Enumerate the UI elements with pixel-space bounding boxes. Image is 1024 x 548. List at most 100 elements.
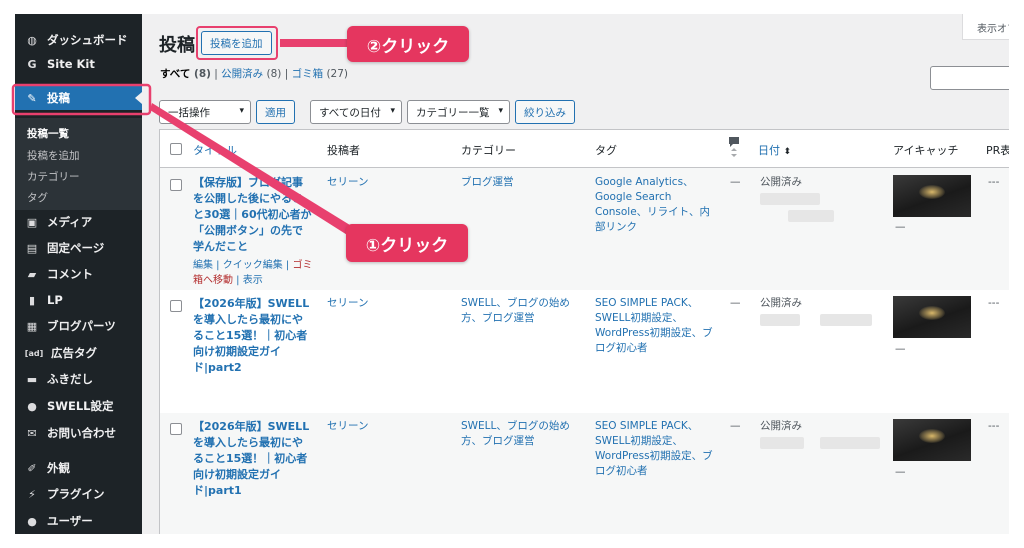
- filter-all[interactable]: すべて (8): [160, 68, 211, 80]
- comment-count: —: [730, 297, 741, 309]
- sidebar-item[interactable]: ▬ ふきだし: [15, 367, 142, 391]
- category-cell[interactable]: SWELL、ブログの始め 方、ブログ運営: [461, 296, 570, 326]
- post-status-filters: すべて (8) | 公開済み (8) | ゴミ箱 (27): [160, 66, 348, 81]
- submenu-tags[interactable]: タグ: [27, 190, 48, 205]
- table-row: 【2026年版】SWELL を導入したら最初にや ること15選！｜初心者 向け初…: [160, 413, 1009, 534]
- row-checkbox[interactable]: [170, 300, 182, 312]
- sidebar-item[interactable]: [ad] 広告タグ: [15, 341, 142, 365]
- tag-line: SWELL初期設定、: [595, 435, 683, 447]
- row-actions: 編集 | クイック編集 | ゴミ 箱へ移動 | 表示: [193, 258, 323, 288]
- submenu-categories[interactable]: カテゴリー: [27, 169, 80, 184]
- title-line: ド|part2: [193, 361, 242, 374]
- sidebar-item[interactable]: ▣ メディア: [15, 210, 142, 234]
- sidebar-item-label: 外観: [47, 461, 70, 475]
- post-title-link[interactable]: 【保存版】ブログ記事 を公開した後にやるこ と30選｜60代初心者が 「公開ボタ…: [193, 175, 323, 255]
- filter-trash-label: ゴミ箱: [291, 68, 324, 80]
- edit-quick-edit-links[interactable]: 編集 | クイック編集 |: [193, 260, 292, 271]
- blurred-date: [760, 314, 800, 326]
- submenu-all-posts[interactable]: 投稿一覧: [27, 126, 69, 141]
- table-row: 【2026年版】SWELL を導入したら最初にや ること15選！｜初心者 向け初…: [160, 290, 1009, 413]
- select-all-checkbox[interactable]: [170, 143, 182, 155]
- author-link[interactable]: セリーン: [327, 419, 368, 434]
- author-link[interactable]: セリーン: [327, 296, 368, 311]
- row-checkbox[interactable]: [170, 179, 182, 191]
- bulk-actions-select[interactable]: 一括操作 ▾: [159, 100, 251, 124]
- sidebar-item[interactable]: ▤ 固定ページ: [15, 236, 142, 260]
- sidebar-item-label: ダッシュボード: [47, 33, 128, 47]
- separator: |: [214, 68, 218, 80]
- dashboard-icon: ◍: [27, 33, 37, 47]
- category-cell[interactable]: SWELL、ブログの始め 方、ブログ運営: [461, 419, 570, 449]
- column-date[interactable]: 日付 ⬍: [758, 142, 791, 158]
- date-filter-value: すべての日付: [319, 106, 381, 119]
- post-status: 公開済み: [760, 420, 802, 432]
- eyecatch-thumbnail[interactable]: [893, 296, 971, 338]
- sidebar-item[interactable]: ✎ 投稿: [15, 86, 142, 110]
- tags-cell[interactable]: SEO SIMPLE PACK、 SWELL初期設定、 WordPress初期設…: [595, 419, 720, 479]
- title-line: 【保存版】ブログ記事: [193, 176, 303, 189]
- sidebar-item[interactable]: ▰ コメント: [15, 262, 142, 286]
- sidebar-item[interactable]: ⚡ プラグイン: [15, 482, 142, 506]
- sidebar-item[interactable]: ● SWELL設定: [15, 394, 142, 418]
- category-filter-value: カテゴリー一覧: [416, 106, 490, 119]
- title-line: と30選｜60代初心者が: [193, 208, 312, 221]
- pin-icon: ✎: [27, 91, 37, 105]
- trash-link[interactable]: 箱へ移動: [193, 275, 233, 286]
- page-icon: ▤: [26, 241, 38, 255]
- submenu-add-post[interactable]: 投稿を追加: [27, 148, 80, 163]
- sidebar-item[interactable]: ✐ 外観: [15, 456, 142, 480]
- eyecatch-thumbnail[interactable]: [893, 419, 971, 461]
- tag-line: Google Analytics、: [595, 176, 694, 188]
- tag-line: ログ初心者: [595, 342, 648, 354]
- view-link[interactable]: | 表示: [233, 275, 263, 286]
- sidebar-item[interactable]: ✉ お問い合わせ: [15, 421, 142, 445]
- sidebar-item[interactable]: ● ユーザー: [15, 509, 142, 533]
- row-checkbox[interactable]: [170, 423, 182, 435]
- sidebar-item[interactable]: ▦ ブログパーツ: [15, 314, 142, 338]
- blurred-date: [820, 314, 872, 326]
- sidebar-item[interactable]: G Site Kit: [15, 52, 142, 76]
- column-title[interactable]: タイトル: [193, 142, 237, 158]
- date-filter-select[interactable]: すべての日付 ▾: [310, 100, 402, 124]
- author-link[interactable]: セリーン: [327, 175, 368, 190]
- apply-button[interactable]: 適用: [256, 100, 295, 124]
- callout-click-1: ①クリック: [346, 224, 468, 262]
- eyecatch-dash: —: [895, 343, 906, 355]
- filter-published[interactable]: 公開済み (8): [221, 68, 281, 80]
- filter-trash[interactable]: ゴミ箱 (27): [292, 68, 348, 80]
- media-icon: ▣: [26, 215, 38, 229]
- post-status: 公開済み: [760, 297, 802, 309]
- filter-trash-count: (27): [326, 68, 349, 80]
- sidebar-item[interactable]: ▮ LP: [15, 288, 142, 312]
- filter-button[interactable]: 絞り込み: [515, 100, 575, 124]
- eyecatch-thumbnail[interactable]: [893, 175, 971, 217]
- sidebar-item[interactable]: ◍ ダッシュボード: [15, 28, 142, 52]
- eyecatch-dash: —: [895, 221, 906, 233]
- search-posts-input[interactable]: [930, 66, 1009, 90]
- screen-options-button[interactable]: 表示オプ: [962, 14, 1009, 40]
- main-content: 投稿 投稿を追加 表示オプ すべて (8) | 公開済み (8) | ゴミ箱 (…: [142, 14, 1009, 534]
- title-line: を導入したら最初にや: [193, 313, 303, 326]
- eyecatch-dash: —: [895, 466, 906, 478]
- sidebar-item-label: SWELL設定: [47, 399, 114, 413]
- tags-cell[interactable]: SEO SIMPLE PACK、 SWELL初期設定、 WordPress初期設…: [595, 296, 720, 356]
- tags-cell[interactable]: Google Analytics、 Google Search Console、…: [595, 175, 720, 235]
- callout-click-2: ②クリック: [347, 26, 469, 62]
- category-link[interactable]: ブログ運営: [461, 175, 514, 190]
- blurred-date: [788, 210, 834, 222]
- post-title-cell: 【2026年版】SWELL を導入したら最初にや ること15選！｜初心者 向け初…: [193, 419, 323, 499]
- title-line: ること15選！｜初心者: [193, 329, 308, 342]
- wp-admin-window: 投稿一覧 投稿を追加 カテゴリー タグ ◍ ダッシュボード G Site Kit ✎ 投稿…: [15, 14, 1009, 534]
- comment-count: —: [730, 176, 741, 188]
- comments-icon[interactable]: [728, 136, 740, 161]
- post-title-link[interactable]: 【2026年版】SWELL を導入したら最初にや ること15選！｜初心者 向け初…: [193, 296, 323, 376]
- thumbnail-highlight: [919, 185, 945, 199]
- filter-published-label: 公開済み: [221, 68, 264, 80]
- trash-link[interactable]: ゴミ: [292, 260, 312, 271]
- tag-line: ログ初心者: [595, 465, 648, 477]
- sidebar-item-label: 固定ページ: [47, 241, 105, 255]
- blurred-date: [760, 437, 804, 449]
- category-filter-select[interactable]: カテゴリー一覧 ▾: [407, 100, 510, 124]
- column-pr: PR表: [986, 144, 1009, 157]
- post-title-link[interactable]: 【2026年版】SWELL を導入したら最初にや ること15選！｜初心者 向け初…: [193, 419, 323, 499]
